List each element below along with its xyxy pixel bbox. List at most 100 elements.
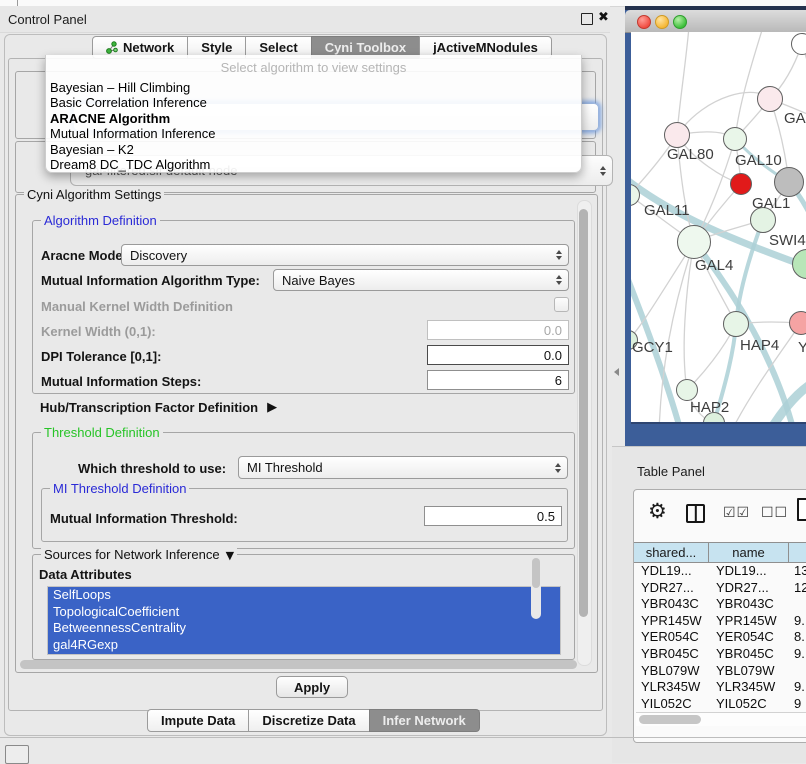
node-label-gal1: GAL1 bbox=[752, 195, 790, 212]
table-cell: YDR27... bbox=[634, 580, 709, 597]
scrollbar-thumb[interactable] bbox=[532, 558, 540, 588]
table-row[interactable]: YBR043CYBR043C bbox=[634, 596, 806, 613]
split-columns-icon[interactable] bbox=[686, 504, 705, 523]
deselect-all-icon[interactable]: ☐☐ bbox=[761, 505, 788, 521]
attribute-item-topologicalcoefficient[interactable]: TopologicalCoefficient bbox=[48, 604, 560, 621]
attribute-item-selfloops[interactable]: SelfLoops bbox=[48, 587, 560, 604]
algorithm-definition-group: Algorithm Definition Aracne Mode: Discov… bbox=[32, 220, 575, 394]
expanded-arrow-icon[interactable]: ▼ bbox=[226, 549, 234, 562]
table-cell: YBR045C bbox=[709, 646, 789, 663]
network-node[interactable] bbox=[723, 127, 747, 151]
dpi-tolerance-field[interactable] bbox=[427, 345, 569, 365]
table-cell: 9. bbox=[789, 679, 806, 696]
aracne-mode-combobox[interactable]: Discovery bbox=[121, 244, 569, 266]
scrollbar-thumb[interactable] bbox=[639, 715, 701, 724]
close-window-icon[interactable] bbox=[637, 15, 651, 29]
column-header-shared[interactable]: shared... bbox=[634, 542, 709, 563]
column-header-name[interactable]: name bbox=[709, 542, 789, 563]
table-cell: 9. bbox=[789, 646, 806, 663]
control-panel-titlebar: Control Panel ✖ bbox=[0, 6, 610, 33]
combo-arrows-icon bbox=[556, 250, 562, 260]
attribute-item-gal4rgexp[interactable]: gal4RGexp bbox=[48, 637, 560, 654]
algorithm-option-mutual-information-inference[interactable]: Mutual Information Inference bbox=[46, 126, 581, 141]
which-threshold-combobox[interactable]: MI Threshold bbox=[238, 456, 568, 479]
attributes-list-scrollbar[interactable] bbox=[531, 557, 541, 619]
settings-group-title: Cyni Algorithm Settings bbox=[24, 187, 164, 202]
close-panel-icon[interactable]: ✖ bbox=[598, 10, 609, 25]
network-node[interactable] bbox=[677, 225, 711, 259]
mi-steps-label: Mutual Information Steps: bbox=[41, 374, 201, 389]
table-row[interactable]: YBL079WYBL079W bbox=[634, 663, 806, 680]
float-window-icon[interactable] bbox=[581, 13, 593, 25]
table-row[interactable]: YBR045CYBR045C9. bbox=[634, 646, 806, 663]
network-node[interactable] bbox=[730, 173, 752, 195]
table-row[interactable]: YIL052CYIL052C9 bbox=[634, 696, 806, 713]
popup-placeholder: Select algorithm to view settings bbox=[46, 55, 581, 80]
settings-vertical-scrollbar[interactable] bbox=[577, 200, 592, 666]
network-window-titlebar[interactable] bbox=[625, 10, 806, 33]
table-row[interactable]: YDL19...YDL19...13 bbox=[634, 563, 806, 580]
mi-threshold-field[interactable] bbox=[424, 506, 562, 526]
network-canvas[interactable]: GALGAL80GAL10GAL11GAL1SWI4GAL4GCY1HAP4YH… bbox=[631, 32, 806, 422]
network-window: GALGAL80GAL10GAL11GAL1SWI4GAL4GCY1HAP4YH… bbox=[625, 6, 806, 446]
data-attributes-list[interactable]: SelfLoopsTopologicalCoefficientBetweenne… bbox=[47, 586, 561, 655]
network-node[interactable] bbox=[676, 379, 698, 401]
zoom-window-icon[interactable] bbox=[673, 15, 687, 29]
table-row[interactable]: YER054CYER054C8. bbox=[634, 629, 806, 646]
algorithm-option-basic-correlation-inference[interactable]: Basic Correlation Inference bbox=[46, 95, 581, 110]
table-cell: YIL052C bbox=[709, 696, 789, 713]
popup-items: Bayesian – Hill ClimbingBasic Correlatio… bbox=[46, 80, 581, 172]
table-cell: YIL052C bbox=[634, 696, 709, 713]
dpi-tolerance-label: DPI Tolerance [0,1]: bbox=[41, 349, 161, 364]
hub-definition-toggle[interactable]: Hub/Transcription Factor Definition ▶ bbox=[40, 400, 277, 415]
minimize-window-icon[interactable] bbox=[655, 15, 669, 29]
network-node[interactable] bbox=[723, 311, 749, 337]
network-node[interactable] bbox=[791, 33, 806, 55]
node-label-gal11: GAL11 bbox=[644, 202, 690, 219]
minimized-panel-icon[interactable] bbox=[5, 745, 29, 764]
manual-kernel-width-checkbox[interactable] bbox=[554, 297, 569, 312]
table-panel-region: Table Panel ⚙ ☑☑ ☐☐ shared...name YDL19.… bbox=[612, 446, 806, 763]
node-label-hap2: HAP2 bbox=[690, 399, 729, 416]
mi-algorithm-type-combobox[interactable]: Naive Bayes bbox=[273, 269, 569, 291]
scrollbar-thumb[interactable] bbox=[579, 209, 588, 617]
node-label-gcy1: GCY1 bbox=[632, 339, 673, 356]
algorithm-option-bayesian-hill-climbing[interactable]: Bayesian – Hill Climbing bbox=[46, 80, 581, 95]
bottom-tab-infer-network[interactable]: Infer Network bbox=[369, 709, 480, 732]
network-node[interactable] bbox=[789, 311, 806, 335]
threshold-definition-title: Threshold Definition bbox=[41, 425, 163, 440]
table-row[interactable]: YDR27...YDR27...12 bbox=[634, 580, 806, 597]
network-node[interactable] bbox=[757, 86, 783, 112]
algorithm-option-dream8-dc-tdc-algorithm[interactable]: Dream8 DC_TDC Algorithm bbox=[46, 157, 581, 172]
table-cell: 13 bbox=[789, 563, 806, 580]
network-node[interactable] bbox=[774, 167, 804, 197]
table-cell bbox=[789, 596, 806, 613]
column-header-extra[interactable] bbox=[789, 542, 806, 563]
node-label-gal10: GAL10 bbox=[735, 152, 782, 169]
export-table-icon[interactable] bbox=[797, 498, 806, 521]
bottom-tab-discretize-data[interactable]: Discretize Data bbox=[248, 709, 369, 732]
select-all-icon[interactable]: ☑☑ bbox=[723, 505, 750, 521]
bottom-tab-impute-data[interactable]: Impute Data bbox=[147, 709, 249, 732]
attribute-item-betweennesscentrality[interactable]: BetweennessCentrality bbox=[48, 620, 560, 637]
settings-horizontal-scrollbar[interactable] bbox=[20, 660, 577, 669]
node-label-hap4: HAP4 bbox=[740, 337, 779, 354]
table-cell bbox=[789, 663, 806, 680]
table-row[interactable]: YPR145WYPR145W9. bbox=[634, 613, 806, 630]
splitter-collapse-arrow[interactable] bbox=[614, 368, 619, 376]
aracne-mode-value: Discovery bbox=[130, 248, 187, 263]
mi-threshold-group: MI Threshold Definition Mutual Informati… bbox=[41, 488, 568, 542]
table-hscrollbar[interactable] bbox=[636, 712, 806, 726]
mi-steps-field[interactable] bbox=[427, 370, 569, 390]
algorithm-option-bayesian-k2[interactable]: Bayesian – K2 bbox=[46, 142, 581, 157]
tab-label: jActiveMNodules bbox=[433, 40, 538, 55]
network-node[interactable] bbox=[664, 122, 690, 148]
table-cell: YDL19... bbox=[709, 563, 789, 580]
table-row[interactable]: YLR345WYLR345W9. bbox=[634, 679, 806, 696]
table-cell: YLR345W bbox=[634, 679, 709, 696]
settings-gear-icon[interactable]: ⚙ bbox=[648, 499, 667, 523]
apply-button[interactable]: Apply bbox=[276, 676, 348, 698]
kernel-width-field[interactable] bbox=[427, 320, 569, 340]
table-cell: 8. bbox=[789, 629, 806, 646]
algorithm-option-aracne-algorithm[interactable]: ARACNE Algorithm bbox=[46, 111, 581, 126]
